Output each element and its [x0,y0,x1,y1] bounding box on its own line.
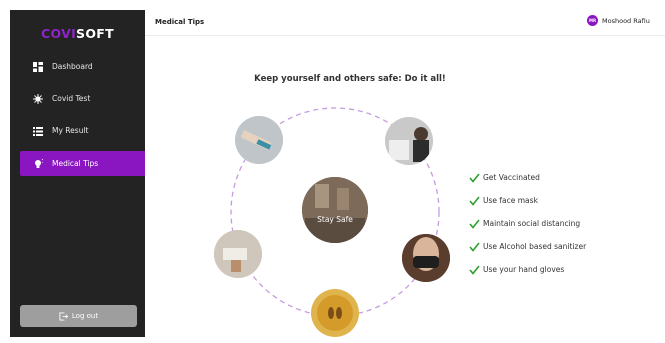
sidebar: COVISOFT Dashboard Covid Test My Result … [10,10,147,337]
tip-item: Maintain social distancing [469,212,586,235]
tip-image-face-mask [402,234,450,282]
logout-icon [59,311,68,321]
check-icon [469,173,480,183]
sidebar-item-label: Dashboard [52,62,93,71]
sidebar-item-label: Medical Tips [52,159,99,168]
check-icon [469,242,480,252]
tip-image-gloves [214,230,262,278]
sidebar-item-medical-tips[interactable]: Medical Tips [20,151,147,176]
logo-part-2: SOFT [76,26,114,41]
list-icon [33,126,43,136]
check-icon [469,196,480,206]
avatar: MR [587,15,598,26]
sidebar-item-my-result[interactable]: My Result [20,118,147,143]
safety-diagram: Stay Safe [214,107,450,337]
tip-label: Maintain social distancing [483,219,581,228]
center-label: Stay Safe [317,215,353,224]
logout-label: Log out [71,312,99,320]
check-icon [469,265,480,275]
tip-label: Get Vaccinated [483,173,540,182]
tip-image-vaccination [385,117,433,165]
user-name: Moshood Rafiu [602,16,650,25]
tips-list: Get Vaccinated Use face mask Maintain so… [469,166,586,281]
top-bar: Medical Tips MR Moshood Rafiu [145,10,665,36]
sidebar-item-dashboard[interactable]: Dashboard [20,54,147,79]
tip-label: Use Alcohol based sanitizer [483,242,587,251]
sidebar-item-covid-test[interactable]: Covid Test [20,86,147,111]
dashboard-icon [33,61,43,72]
tip-image-distancing [311,289,359,337]
virus-icon [33,93,43,104]
main-content: Keep yourself and others safe: Do it all… [145,36,665,337]
sidebar-item-label: Covid Test [52,94,91,103]
tip-image-sanitizer [235,116,283,164]
tip-item: Use your hand gloves [469,258,586,281]
logout-button[interactable]: Log out [20,305,137,327]
tip-label: Use your hand gloves [483,265,565,274]
tip-item: Use face mask [469,189,586,212]
tip-item: Get Vaccinated [469,166,586,189]
sidebar-item-label: My Result [52,126,89,135]
lightbulb-icon [33,158,44,169]
user-menu[interactable]: MR Moshood Rafiu [587,15,650,26]
tip-label: Use face mask [483,196,538,205]
app-logo: COVISOFT [10,26,145,41]
app-window: COVISOFT Dashboard Covid Test My Result … [0,0,665,343]
tip-item: Use Alcohol based sanitizer [469,235,586,258]
check-icon [469,219,480,229]
page-title: Medical Tips [155,18,205,26]
center-image [302,177,368,243]
logo-part-1: COVI [41,26,77,41]
